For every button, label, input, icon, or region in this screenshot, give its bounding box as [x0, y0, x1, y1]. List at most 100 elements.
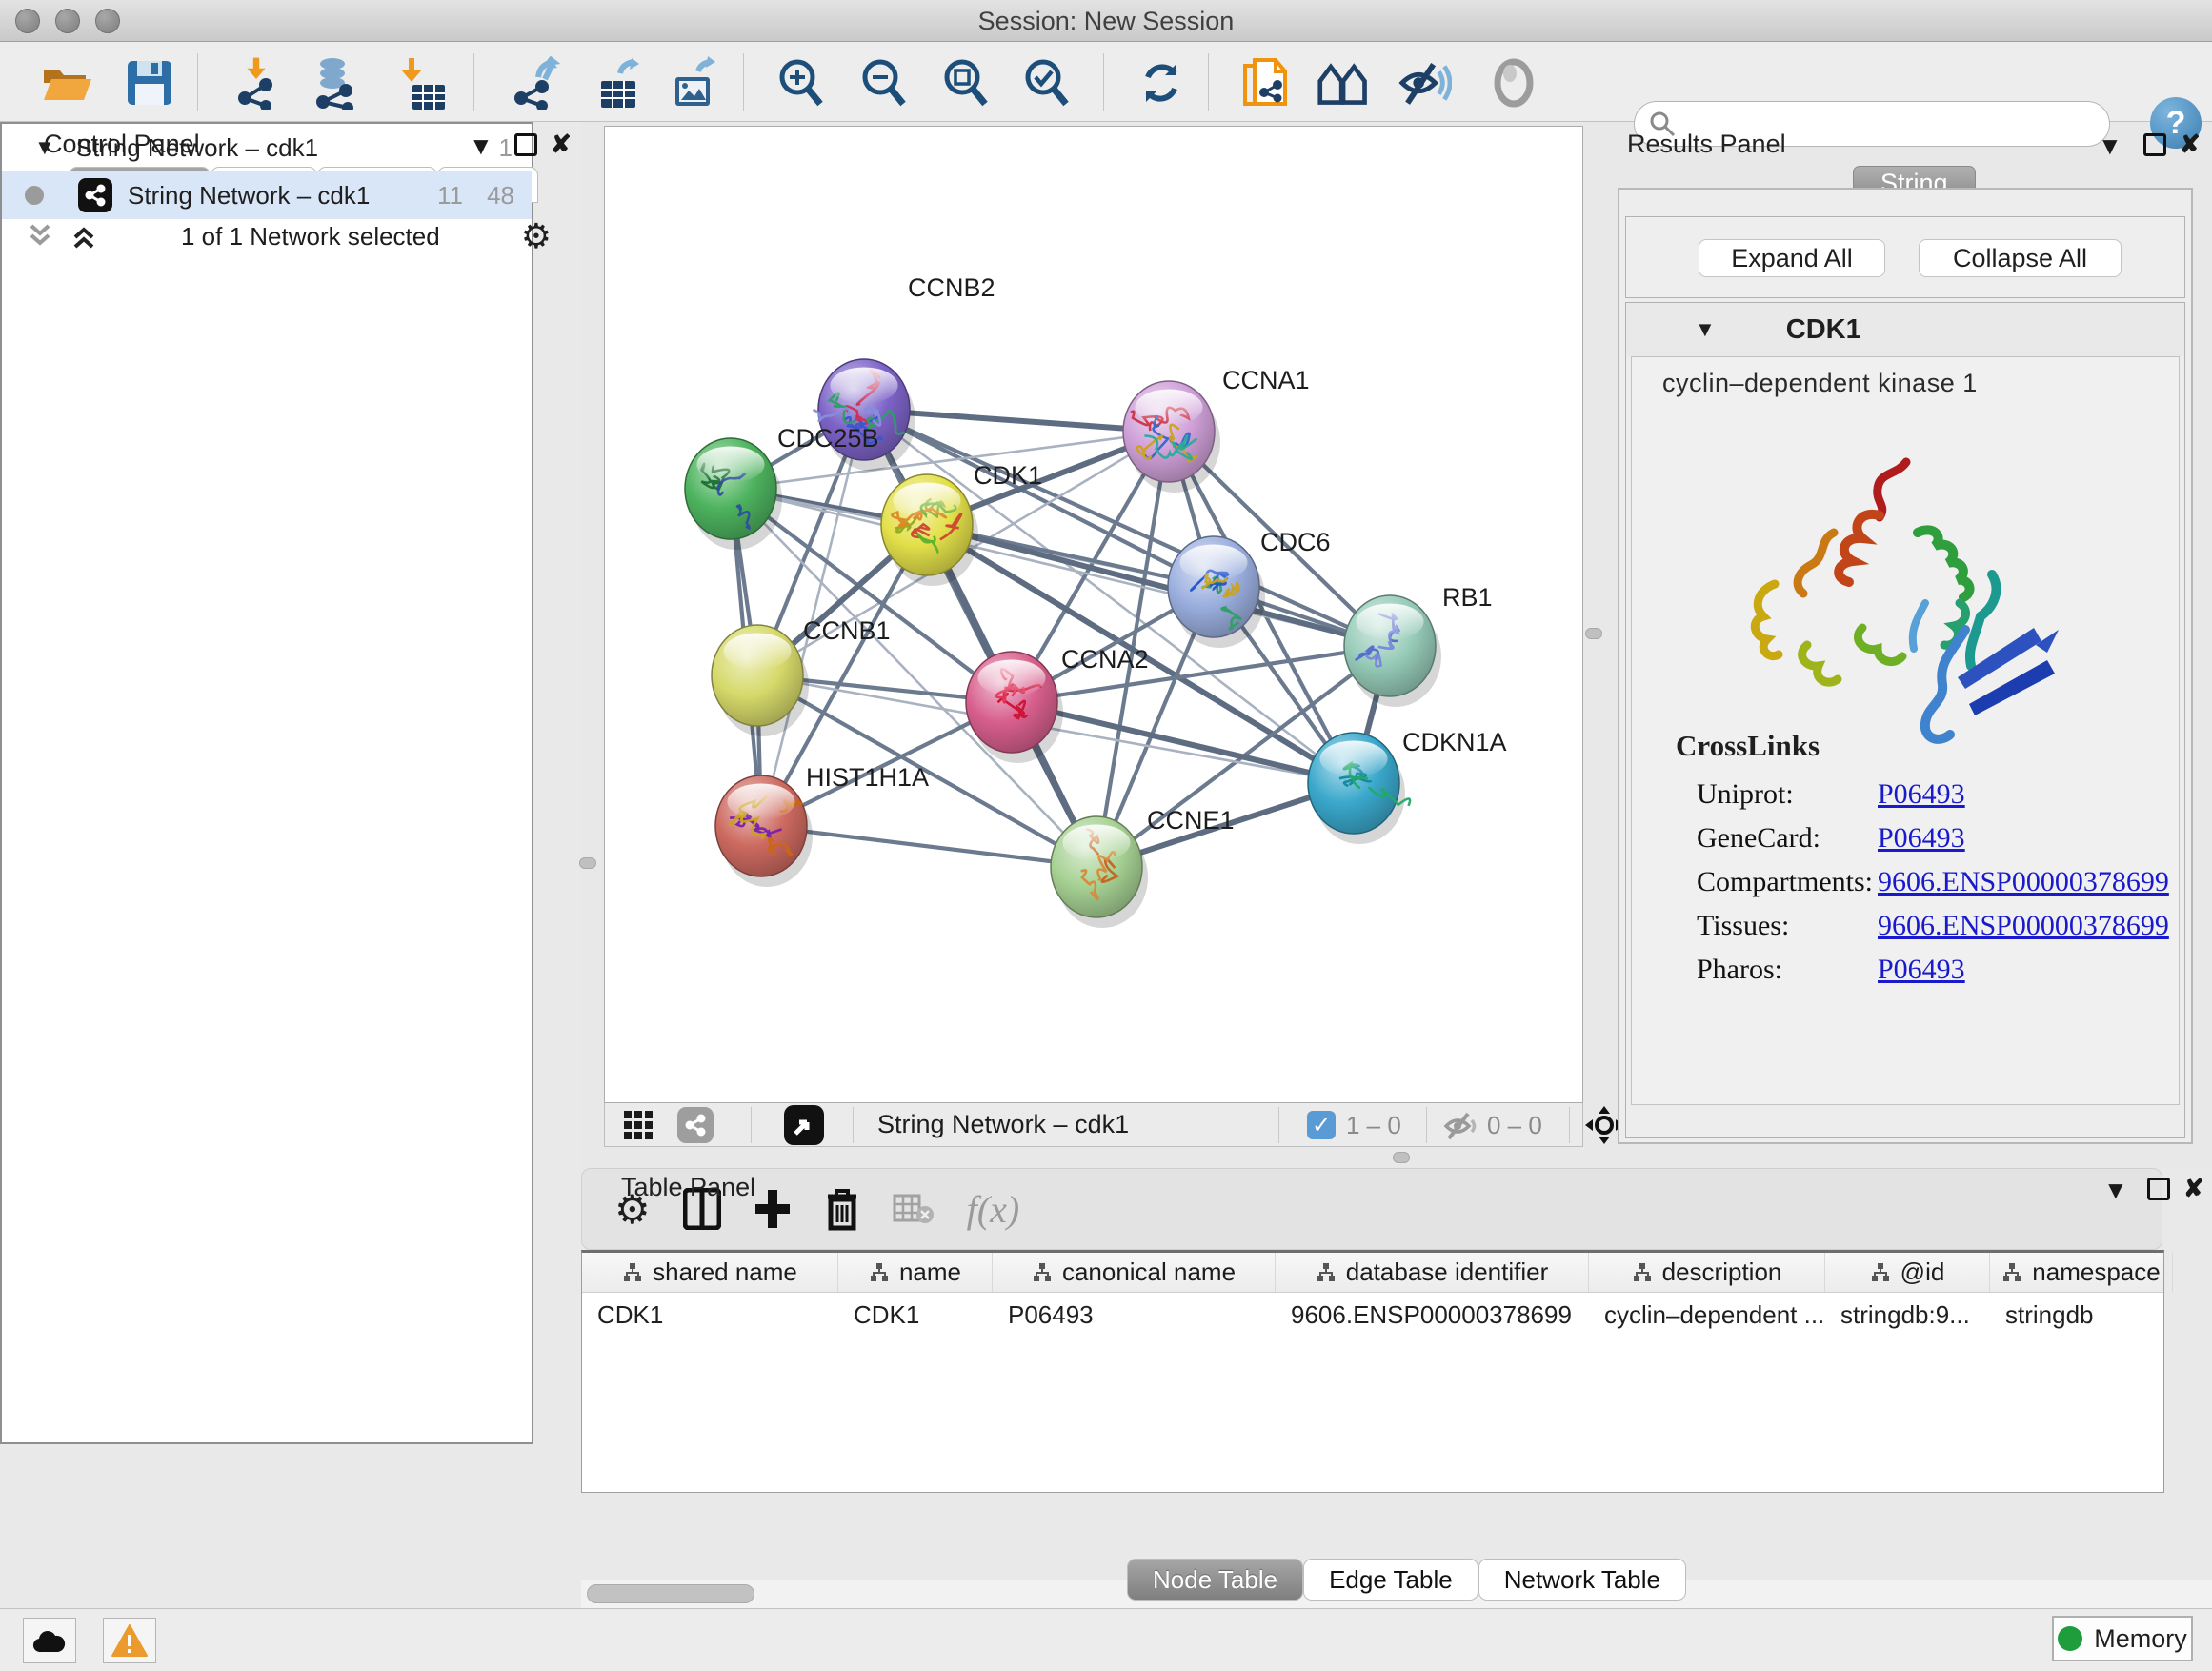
protein-section: ▼ CDK1 cyclin–dependent kinase 1: [1625, 302, 2185, 1138]
left-splitter-handle[interactable]: [579, 857, 596, 869]
export-table-icon[interactable]: [593, 55, 648, 111]
delete-column-icon[interactable]: [824, 1187, 860, 1231]
import-table-icon[interactable]: [394, 55, 450, 111]
import-network-database-icon[interactable]: [309, 55, 364, 111]
column-header-databaseidentifier[interactable]: database identifier: [1276, 1253, 1589, 1292]
column-header-description[interactable]: description: [1589, 1253, 1825, 1292]
scrollbar-thumb[interactable]: [587, 1584, 754, 1603]
network-options-gear-icon[interactable]: ⚙: [521, 216, 552, 256]
column-header-id[interactable]: @id: [1825, 1253, 1990, 1292]
network-collection-row[interactable]: ▼ String Network – cdk1 1: [2, 124, 532, 171]
collapse-all-icon[interactable]: [68, 222, 100, 251]
crosslink-row: Tissues:9606.ENSP00000378699: [1697, 904, 2169, 948]
show-hidden-icon[interactable]: [1486, 55, 1541, 111]
table-panel-collapse-icon[interactable]: ▼: [2103, 1176, 2128, 1205]
node-CDKN1A[interactable]: [1308, 733, 1410, 844]
node-CDK1[interactable]: [881, 474, 978, 586]
crosslink-tissues-link[interactable]: 9606.ENSP00000378699: [1878, 910, 2169, 942]
crosslink-compartments-link[interactable]: 9606.ENSP00000378699: [1878, 866, 2169, 898]
node-HIST1H1A[interactable]: [715, 775, 813, 887]
crosslink-pharos-link[interactable]: P06493: [1878, 954, 1965, 986]
delete-table-icon[interactable]: [893, 1192, 935, 1226]
table-cell[interactable]: 9606.ENSP00000378699: [1276, 1300, 1589, 1330]
control-panel: Control Panel ▼ ✘ NetworkStyleSelectSets…: [0, 122, 581, 1608]
network-state-dot-icon: [25, 186, 44, 205]
node-RB1[interactable]: [1344, 595, 1441, 707]
column-header-sharedname[interactable]: shared name: [582, 1253, 838, 1292]
section-expander-icon[interactable]: ▼: [1695, 317, 1716, 342]
results-panel-collapse-icon[interactable]: ▼: [2098, 131, 2122, 161]
results-panel-title: Results Panel: [1627, 130, 1786, 159]
protein-section-header[interactable]: ▼ CDK1: [1626, 303, 2184, 356]
fit-content-icon[interactable]: [938, 55, 994, 111]
memory-status-dot-icon: [2058, 1626, 2082, 1651]
zoom-out-icon[interactable]: [856, 55, 912, 111]
tab-network-table[interactable]: Network Table: [1478, 1559, 1686, 1601]
expand-all-icon[interactable]: [24, 222, 56, 251]
cloud-icon[interactable]: [23, 1618, 76, 1663]
hidden-count: 0 – 0: [1487, 1111, 1542, 1140]
grid-view-icon[interactable]: [622, 1109, 654, 1141]
expand-all-button[interactable]: Expand All: [1699, 239, 1885, 277]
network-share-icon[interactable]: [677, 1107, 714, 1143]
show-graphics-details-icon[interactable]: [1317, 55, 1372, 111]
hide-selected-icon[interactable]: [1397, 55, 1452, 111]
network-row[interactable]: String Network – cdk1 11 48: [2, 171, 532, 219]
open-session-icon[interactable]: [39, 55, 94, 111]
network-view-title: String Network – cdk1: [877, 1110, 1129, 1139]
table-cell[interactable]: stringdb: [1990, 1300, 2173, 1330]
table-cell[interactable]: CDK1: [838, 1300, 993, 1330]
annotations-icon[interactable]: [1238, 55, 1294, 111]
network-label: String Network – cdk1: [128, 181, 370, 211]
crosslinks-list: Uniprot:P06493GeneCard:P06493Compartment…: [1697, 773, 2169, 992]
edge-count: 48: [487, 181, 514, 211]
network-svg[interactable]: CCNB2CCNA1CDC25BCDK1CDC6RB1CCNB1CCNA2CDK…: [605, 127, 1584, 1102]
zoom-in-icon[interactable]: [774, 55, 829, 111]
table-panel-float-icon[interactable]: [2147, 1178, 2170, 1200]
results-panel-close-icon[interactable]: ✘: [2180, 130, 2201, 159]
export-image-icon[interactable]: [669, 55, 724, 111]
node-CDC6[interactable]: [1168, 536, 1265, 648]
export-network-icon[interactable]: [509, 55, 564, 111]
table-panel: Table Panel ▼ ✘ ⚙ f(x) shared namenameca…: [581, 1168, 2212, 1608]
table-cell[interactable]: P06493: [993, 1300, 1276, 1330]
add-column-icon[interactable]: [754, 1188, 792, 1230]
node-label: CDK1: [974, 461, 1042, 490]
string-results-container: Expand All Collapse All ▼ CDK1 cyclin–de…: [1618, 188, 2193, 1144]
zoom-selected-icon[interactable]: [1019, 55, 1075, 111]
import-network-file-icon[interactable]: [232, 55, 288, 111]
collapse-all-button[interactable]: Collapse All: [1919, 239, 2122, 277]
crosslink-uniprot-link[interactable]: P06493: [1878, 778, 1965, 811]
bottom-splitter-handle[interactable]: [1393, 1152, 1410, 1163]
update-network-icon[interactable]: [1134, 55, 1189, 111]
birds-eye-view-icon[interactable]: [784, 1105, 824, 1145]
column-header-name[interactable]: name: [838, 1253, 993, 1292]
table-cell[interactable]: stringdb:9...: [1825, 1300, 1990, 1330]
warning-icon[interactable]: [103, 1618, 156, 1663]
table-cell[interactable]: CDK1: [582, 1300, 838, 1330]
control-panel-close-icon[interactable]: ✘: [551, 130, 572, 159]
table-row[interactable]: CDK1CDK1P064939606.ENSP00000378699cyclin…: [582, 1293, 2163, 1337]
column-header-namespace[interactable]: namespace: [1990, 1253, 2173, 1292]
results-panel-float-icon[interactable]: [2143, 133, 2166, 156]
memory-button[interactable]: Memory: [2052, 1616, 2193, 1661]
function-builder-icon[interactable]: f(x): [967, 1187, 1020, 1232]
crosslink-genecard-link[interactable]: P06493: [1878, 822, 1965, 855]
collection-expander-icon[interactable]: ▼: [34, 135, 55, 160]
tab-edge-table[interactable]: Edge Table: [1303, 1559, 1478, 1601]
column-header-label: description: [1662, 1258, 1782, 1287]
hidden-elements-eye-icon[interactable]: [1443, 1111, 1479, 1141]
table-cell[interactable]: cyclin–dependent ...: [1589, 1300, 1825, 1330]
column-header-canonicalname[interactable]: canonical name: [993, 1253, 1276, 1292]
node-CCNE1[interactable]: [1051, 816, 1148, 928]
toolbar-separator: [1208, 53, 1209, 111]
node-CCNB2[interactable]: [813, 359, 915, 471]
save-session-icon[interactable]: [122, 55, 177, 111]
node-CCNA1[interactable]: [1123, 381, 1220, 493]
selected-nodes-checkbox-icon[interactable]: ✓: [1307, 1111, 1336, 1139]
node-CDC25B[interactable]: [685, 438, 782, 550]
network-canvas[interactable]: CCNB2CCNA1CDC25BCDK1CDC6RB1CCNB1CCNA2CDK…: [604, 126, 1583, 1103]
tab-node-table[interactable]: Node Table: [1127, 1559, 1303, 1601]
toolbar-separator: [1426, 1107, 1427, 1143]
table-panel-close-icon[interactable]: ✘: [2183, 1174, 2204, 1203]
